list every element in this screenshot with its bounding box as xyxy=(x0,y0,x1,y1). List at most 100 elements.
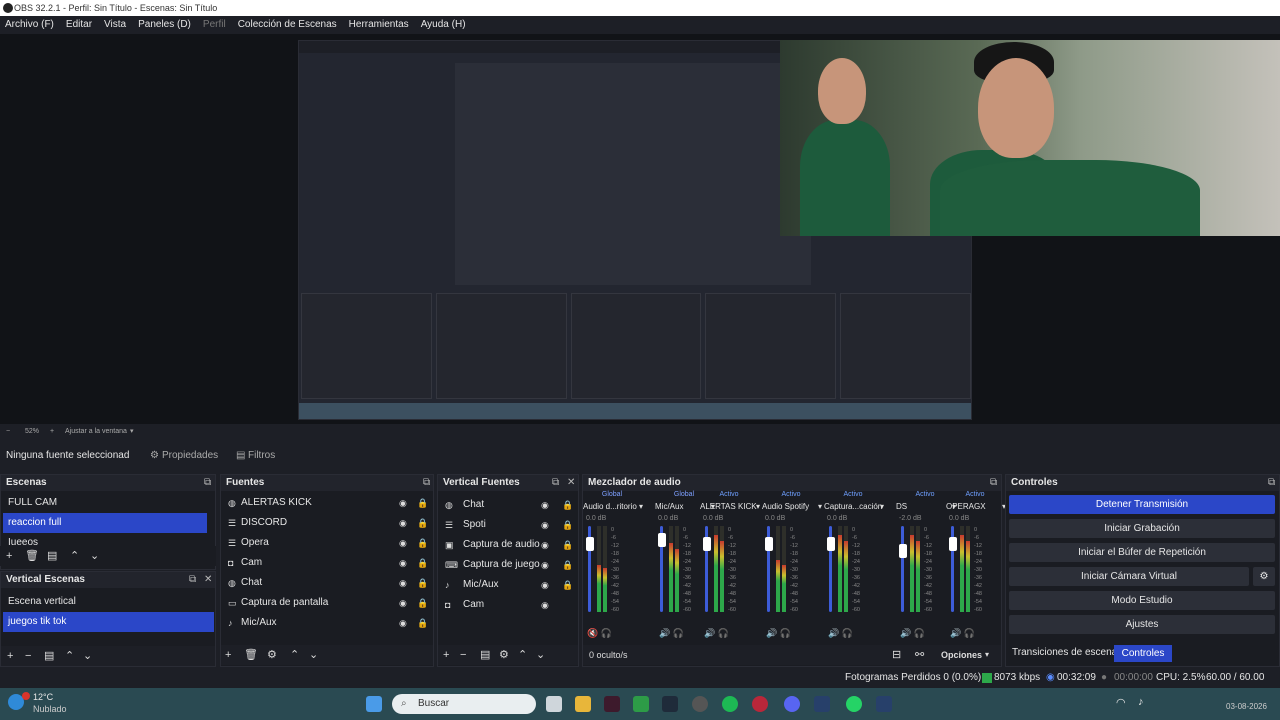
volume-slider[interactable] xyxy=(949,526,957,612)
undock-icon[interactable]: ⧉ xyxy=(423,475,430,491)
vertical-scene-item[interactable]: Escena vertical xyxy=(1,592,215,612)
remove-icon[interactable]: − xyxy=(25,646,31,666)
start-replay-buffer-button[interactable]: Iniciar el Búfer de Repetición xyxy=(1009,543,1275,562)
chevron-down-icon[interactable]: ▾ xyxy=(818,502,822,511)
undock-icon[interactable]: ⧉ xyxy=(990,475,997,491)
vertical-source-item[interactable]: ⌨ Captura de juego ◉ 🔒 xyxy=(438,555,578,575)
lock-icon[interactable]: 🔒 xyxy=(417,593,428,613)
menu-paneles[interactable]: Paneles (D) xyxy=(138,16,191,34)
channel-name[interactable]: Captura...cación xyxy=(824,500,882,513)
filter-icon[interactable]: ▤ xyxy=(480,645,490,665)
eye-icon[interactable]: ◉ xyxy=(541,515,549,535)
zoom-fit-dropdown[interactable]: Ajustar a la ventana xyxy=(65,424,127,440)
channel-name[interactable]: Audio d...ritorio xyxy=(583,500,641,513)
headphones-icon[interactable]: 🎧 xyxy=(911,628,925,638)
source-item[interactable]: ◘ Cam ◉ 🔒 xyxy=(221,553,433,573)
task-view-icon[interactable] xyxy=(546,696,562,712)
filters-button[interactable]: ▤ Filtros xyxy=(236,446,275,466)
eye-icon[interactable]: ◉ xyxy=(399,593,407,613)
undock-icon[interactable]: ⧉ xyxy=(552,475,559,491)
obs-taskbar-icon[interactable] xyxy=(692,696,708,712)
zoom-minus-button[interactable]: − xyxy=(6,424,10,440)
source-item[interactable]: ☰ Opera ◉ 🔒 xyxy=(221,533,433,553)
speaker-icon[interactable]: 🔊 xyxy=(900,628,911,638)
tab-scene-transitions[interactable]: Transiciones de escena xyxy=(1012,645,1117,661)
move-up-icon[interactable]: ⌃ xyxy=(65,646,74,666)
chevron-down-icon[interactable]: ▾ xyxy=(985,645,989,665)
menu-coleccion-escenas[interactable]: Colección de Escenas xyxy=(238,16,337,34)
close-icon[interactable]: ✕ xyxy=(567,475,575,491)
volume-slider[interactable] xyxy=(827,526,835,612)
discord-icon[interactable] xyxy=(784,696,800,712)
vertical-source-item[interactable]: ♪ Mic/Aux ◉ 🔒 xyxy=(438,575,578,595)
source-item[interactable]: ☰ DISCORD ◉ 🔒 xyxy=(221,513,433,533)
headphones-icon[interactable]: 🎧 xyxy=(839,628,853,638)
lock-icon[interactable]: 🔒 xyxy=(417,613,428,633)
vertical-source-item[interactable]: ◍ Chat ◉ 🔒 xyxy=(438,495,578,515)
lock-icon[interactable]: 🔒 xyxy=(417,573,428,593)
channel-name[interactable]: Audio Spotify xyxy=(762,500,820,513)
move-up-icon[interactable]: ⌃ xyxy=(518,645,527,665)
slider-handle[interactable] xyxy=(949,537,957,551)
speaker-icon[interactable]: 🔊 xyxy=(659,628,670,638)
tab-controls[interactable]: Controles xyxy=(1114,645,1172,662)
volume-slider[interactable] xyxy=(899,526,907,612)
undock-icon[interactable]: ⧉ xyxy=(1268,475,1275,491)
zoom-plus-button[interactable]: + xyxy=(50,424,54,440)
muted-speaker-icon[interactable]: 🔇 xyxy=(587,628,598,638)
slider-handle[interactable] xyxy=(703,537,711,551)
close-icon[interactable]: ✕ xyxy=(204,572,212,588)
eye-icon[interactable]: ◉ xyxy=(399,533,407,553)
menu-vista[interactable]: Vista xyxy=(104,16,126,34)
layout-icon[interactable]: ⊟ xyxy=(892,645,901,665)
virtual-camera-settings-button[interactable]: ⚙ xyxy=(1253,567,1275,586)
headphones-icon[interactable]: 🎧 xyxy=(777,628,791,638)
lock-icon[interactable]: 🔒 xyxy=(562,515,573,535)
slider-handle[interactable] xyxy=(586,537,594,551)
slider-handle[interactable] xyxy=(899,544,907,558)
channel-name[interactable]: OPERAGX xyxy=(946,500,1004,513)
speaker-icon[interactable]: 🔊 xyxy=(950,628,961,638)
whatsapp-icon[interactable] xyxy=(846,696,862,712)
move-down-icon[interactable]: ⌄ xyxy=(536,645,545,665)
eye-icon[interactable]: ◉ xyxy=(399,493,407,513)
lock-icon[interactable]: 🔒 xyxy=(562,495,573,515)
move-up-icon[interactable]: ⌃ xyxy=(290,645,299,665)
chevron-down-icon[interactable]: ▾ xyxy=(639,502,643,511)
headphones-icon[interactable]: 🎧 xyxy=(598,628,612,638)
scene-item[interactable]: reaccion full xyxy=(3,513,207,533)
menu-ayuda[interactable]: Ayuda (H) xyxy=(421,16,466,34)
headphones-icon[interactable]: 🎧 xyxy=(961,628,975,638)
volume-slider[interactable] xyxy=(586,526,594,612)
move-up-icon[interactable]: ⌃ xyxy=(70,546,79,566)
headphones-icon[interactable]: 🎧 xyxy=(715,628,729,638)
menu-perfil[interactable]: Perfil xyxy=(203,16,226,34)
eye-icon[interactable]: ◉ xyxy=(541,575,549,595)
eye-icon[interactable]: ◉ xyxy=(399,613,407,633)
filter-icon[interactable]: ▤ xyxy=(47,546,57,566)
lock-icon[interactable]: 🔒 xyxy=(417,493,428,513)
add-scene-button[interactable]: + xyxy=(6,546,12,566)
lock-icon[interactable]: 🔒 xyxy=(562,575,573,595)
vertical-source-item[interactable]: ▣ Captura de audio ◉ 🔒 xyxy=(438,535,578,555)
eye-icon[interactable]: ◉ xyxy=(541,595,549,615)
eye-icon[interactable]: ◉ xyxy=(541,555,549,575)
add-scene-button[interactable]: + xyxy=(7,646,13,666)
eye-icon[interactable]: ◉ xyxy=(399,553,407,573)
channel-name[interactable]: ALERTAS KICK xyxy=(700,500,758,513)
link-icon[interactable]: ⚯ xyxy=(915,645,924,665)
mic-icon[interactable]: ♪ xyxy=(1138,696,1144,708)
lock-icon[interactable]: 🔒 xyxy=(417,533,428,553)
slider-handle[interactable] xyxy=(765,537,773,551)
app-icon[interactable] xyxy=(662,696,678,712)
stop-stream-button[interactable]: Detener Transmisión xyxy=(1009,495,1275,514)
undock-icon[interactable]: ⧉ xyxy=(189,572,196,588)
windows-start-icon[interactable] xyxy=(366,696,382,712)
start-recording-button[interactable]: Iniciar Grabación xyxy=(1009,519,1275,538)
move-down-icon[interactable]: ⌄ xyxy=(90,546,99,566)
undock-icon[interactable]: ⧉ xyxy=(204,475,211,491)
taskbar-search[interactable]: ⌕ Buscar xyxy=(392,694,536,714)
lock-icon[interactable]: 🔒 xyxy=(562,555,573,575)
options-dropdown[interactable]: Opciones xyxy=(941,645,982,665)
studio-mode-button[interactable]: Modo Estudio xyxy=(1009,591,1275,610)
